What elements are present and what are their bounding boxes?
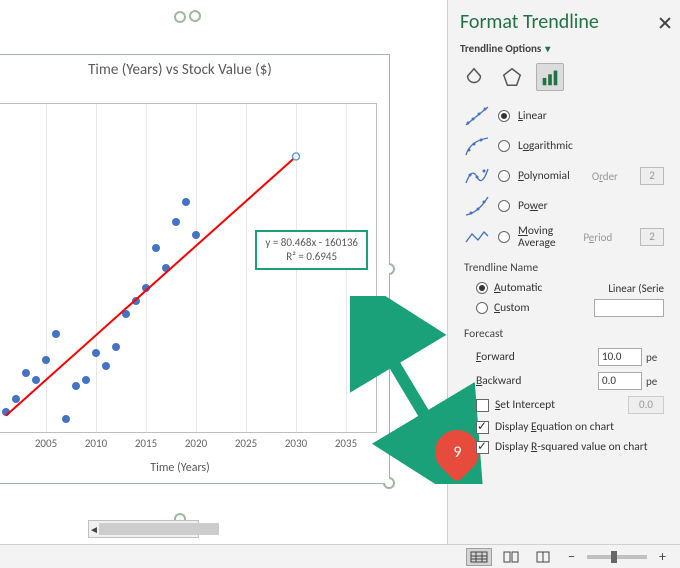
data-point[interactable] xyxy=(2,408,10,416)
forecast-forward: Forward 10.0 pe xyxy=(476,345,664,369)
option-label: garithmic xyxy=(529,139,573,153)
forecast-label: Forecast xyxy=(464,319,664,345)
horizontal-scrollbar[interactable]: ◄ ► xyxy=(88,520,199,538)
worksheet-area: Time (Years) vs Stock Value ($) 2005 2010… xyxy=(0,0,448,568)
panel-title: Format Trendline xyxy=(460,10,668,34)
data-point[interactable] xyxy=(62,415,70,423)
option-label: olynomial xyxy=(524,169,570,183)
data-point[interactable] xyxy=(12,395,20,403)
chart-title[interactable]: Time (Years) vs Stock Value ($) xyxy=(0,55,389,89)
option-moving-average[interactable]: MovingAverage Period 2 xyxy=(464,221,664,253)
page-layout-view-button[interactable] xyxy=(498,548,524,566)
resize-handle[interactable] xyxy=(174,11,186,23)
data-point[interactable] xyxy=(92,349,100,357)
x-tick-label: 2020 xyxy=(185,437,207,450)
option-label: inear xyxy=(523,109,547,123)
zoom-in-button[interactable]: + xyxy=(653,548,672,565)
data-point[interactable] xyxy=(32,376,40,384)
option-label: er xyxy=(538,199,548,213)
effects-tab-icon[interactable] xyxy=(498,63,526,91)
x-tick-label: 2010 xyxy=(85,437,107,450)
backward-input[interactable]: 0.0 xyxy=(598,372,642,390)
x-tick-label: 2025 xyxy=(235,437,257,450)
trendline-options-tab-icon[interactable] xyxy=(536,63,564,91)
trendline-equation: y = 80.468x - 160136 xyxy=(265,236,358,250)
x-tick-label: 2030 xyxy=(285,437,307,450)
backward-unit: pe xyxy=(642,375,664,388)
intercept-input: 0.0 xyxy=(628,396,664,414)
data-point[interactable] xyxy=(42,356,50,364)
format-trendline-panel: Format Trendline Trendline Options▾ xyxy=(448,0,680,568)
data-point[interactable] xyxy=(82,376,90,384)
x-tick-label: 2035 xyxy=(335,437,357,450)
trendline-equation-box[interactable]: y = 80.468x - 160136 R² = 0.6945 xyxy=(255,230,368,270)
normal-view-button[interactable] xyxy=(466,548,492,566)
zoom-slider[interactable] xyxy=(587,555,647,559)
scroll-left-icon[interactable]: ◄ xyxy=(89,523,99,536)
chart-rotate-handle[interactable] xyxy=(189,10,201,22)
logarithmic-icon xyxy=(464,135,490,157)
custom-name-input[interactable] xyxy=(594,299,664,317)
data-point[interactable] xyxy=(142,284,150,292)
data-point[interactable] xyxy=(72,382,80,390)
data-point[interactable] xyxy=(122,310,130,318)
period-input: 2 xyxy=(640,228,664,246)
name-automatic[interactable]: Automatic Linear (Serie xyxy=(476,279,664,297)
chart[interactable]: Time (Years) vs Stock Value ($) 2005 2010… xyxy=(0,18,410,498)
data-point[interactable] xyxy=(162,264,170,272)
radio[interactable] xyxy=(498,231,510,243)
radio[interactable] xyxy=(498,170,510,182)
period-label: Period xyxy=(583,231,612,244)
name-custom[interactable]: Custom xyxy=(476,297,664,319)
zoom-out-button[interactable]: − xyxy=(562,548,581,565)
option-polynomial[interactable]: Polynomial Order 2 xyxy=(464,161,664,191)
data-point[interactable] xyxy=(132,297,140,305)
page-break-view-button[interactable] xyxy=(530,548,556,566)
option-logarithmic[interactable]: Logarithmic xyxy=(464,131,664,161)
display-r-squared[interactable]: Display R-squared value on chart xyxy=(476,437,664,457)
moving-average-icon xyxy=(464,226,490,248)
power-icon xyxy=(464,195,490,217)
data-point[interactable] xyxy=(152,244,160,252)
trendline-r-squared: R² = 0.6945 xyxy=(265,250,358,264)
x-axis-title[interactable]: Time (Years) xyxy=(0,461,389,475)
data-point[interactable] xyxy=(102,362,110,370)
radio[interactable] xyxy=(476,302,488,314)
radio[interactable] xyxy=(498,110,510,122)
x-tick-label: 2015 xyxy=(135,437,157,450)
radio[interactable] xyxy=(498,140,510,152)
fill-line-tab-icon[interactable] xyxy=(460,63,488,91)
auto-name-value: Linear (Serie xyxy=(608,282,664,295)
checkbox[interactable] xyxy=(476,399,489,412)
polynomial-icon xyxy=(464,165,490,187)
data-point[interactable] xyxy=(112,343,120,351)
checkbox[interactable] xyxy=(476,441,489,454)
x-tick-label: 2005 xyxy=(35,437,57,450)
data-point[interactable] xyxy=(52,330,60,338)
trendline-name-label: Trendline Name xyxy=(464,253,664,279)
forecast-backward: Backward 0.0 pe xyxy=(476,369,664,393)
data-point[interactable] xyxy=(182,198,190,206)
radio[interactable] xyxy=(476,282,488,294)
set-intercept[interactable]: Set Intercept 0.0 xyxy=(476,393,664,417)
checkbox[interactable] xyxy=(476,421,489,434)
option-linear[interactable]: Linear xyxy=(464,101,664,131)
order-input: 2 xyxy=(640,167,664,185)
panel-subtitle[interactable]: Trendline Options▾ xyxy=(448,38,680,63)
display-equation[interactable]: Display Equation on chart xyxy=(476,417,664,437)
radio[interactable] xyxy=(498,200,510,212)
option-power[interactable]: Power xyxy=(464,191,664,221)
forward-input[interactable]: 10.0 xyxy=(598,348,642,366)
chevron-down-icon: ▾ xyxy=(545,42,550,55)
data-point[interactable] xyxy=(22,369,30,377)
forward-unit: pe xyxy=(642,351,664,364)
data-point[interactable] xyxy=(192,231,200,239)
linear-icon xyxy=(464,105,490,127)
order-label: Order xyxy=(592,170,618,183)
panel-tab-icons xyxy=(448,63,680,99)
status-bar: − + xyxy=(0,544,680,568)
data-point[interactable] xyxy=(172,218,180,226)
